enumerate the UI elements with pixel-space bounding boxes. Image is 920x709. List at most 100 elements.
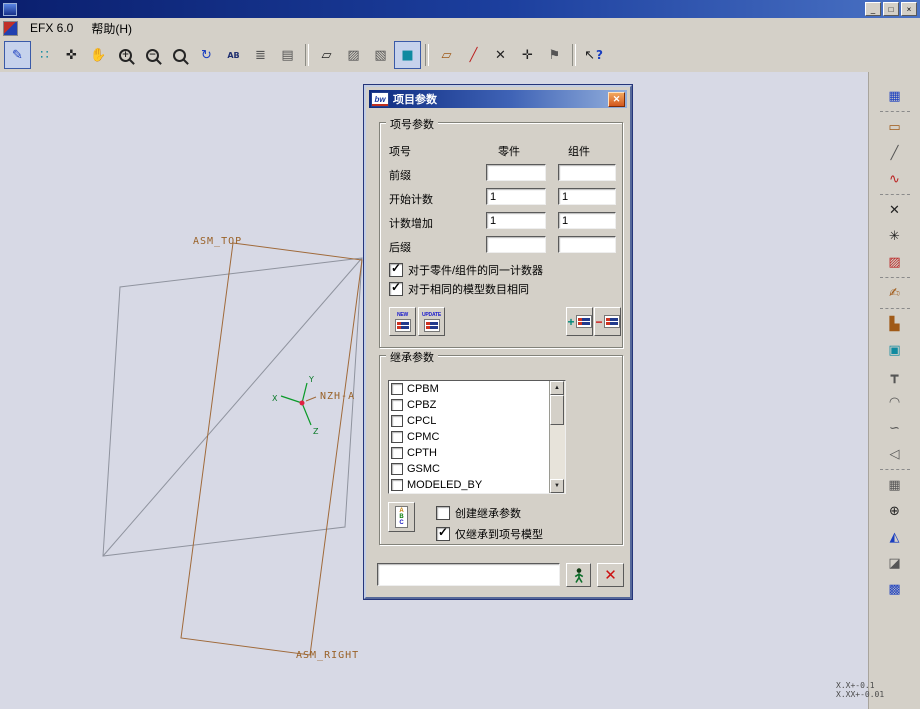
datum-plane-tool[interactable]: ▦ (881, 84, 908, 108)
window-maximize-button[interactable]: □ (883, 2, 899, 16)
spline-icon: ∿ (889, 171, 900, 187)
prefix-assembly-input[interactable] (558, 164, 616, 181)
sweep-surface-tool[interactable]: ◭ (881, 525, 908, 549)
annotation-icon: ⚑ (548, 47, 561, 63)
flat-surface-tool[interactable]: ▦ (881, 473, 908, 497)
layers-tool[interactable]: ≣ (247, 41, 274, 69)
axis-toggle[interactable]: ╱ (460, 41, 487, 69)
inherit-to-model-checkbox[interactable] (436, 525, 450, 541)
pencil-icon: ✎ (12, 47, 23, 63)
param-checkbox[interactable] (391, 463, 403, 475)
param-checkbox[interactable] (391, 479, 403, 491)
list-item[interactable]: GSMC (389, 461, 565, 477)
curve-tool[interactable]: ∽ (881, 416, 908, 440)
revolve-surface-tool[interactable]: ⊕ (881, 499, 908, 523)
zoom-in-tool[interactable]: + (112, 41, 139, 69)
wireframe-display-button[interactable]: ▱ (313, 41, 340, 69)
add-item-number-button[interactable]: + (566, 307, 593, 336)
help-arrow-icon: ↖ (584, 47, 595, 63)
dialog-titlebar[interactable]: bw 项目参数 ✕ (369, 90, 627, 108)
suffix-assembly-input[interactable] (558, 236, 616, 253)
scroll-down-button[interactable]: ▼ (550, 479, 564, 493)
datum-plane-toggle[interactable]: ▱ (433, 41, 460, 69)
z-axis (301, 402, 312, 426)
extrude-tool[interactable]: ▙ (881, 312, 908, 336)
toolbar-separator (572, 44, 576, 66)
datum-point-create-tool[interactable]: ✕ (881, 198, 908, 222)
list-item[interactable]: CPTH (389, 445, 565, 461)
window-close-button[interactable]: × (901, 2, 917, 16)
scroll-up-button[interactable]: ▲ (550, 381, 564, 395)
count-increment-assembly-input[interactable] (558, 212, 616, 229)
scrollbar-thumb[interactable] (550, 395, 564, 425)
rectangle-tool[interactable]: ▭ (881, 115, 908, 139)
param-checkbox[interactable] (391, 399, 403, 411)
suffix-part-input[interactable] (486, 236, 546, 253)
prefix-part-input[interactable] (486, 164, 546, 181)
no-hidden-display-button[interactable]: ▧ (367, 41, 394, 69)
repaint-tool[interactable]: ↻ (193, 41, 220, 69)
parameter-list[interactable]: CPBM CPBZ CPCL CPMC CPTH GSMC MODELED_BY… (388, 380, 566, 494)
grid-icon: ▦ (888, 477, 901, 493)
list-item[interactable]: MODELED_BY (389, 477, 565, 493)
message-input[interactable] (377, 563, 560, 586)
suffix-label: 后缀 (389, 242, 411, 254)
annotation-toggle[interactable]: ⚑ (541, 41, 568, 69)
datum-point-tool[interactable]: ∷ (31, 41, 58, 69)
csys-icon: ✛ (522, 47, 533, 63)
menu-efx[interactable]: EFX 6.0 (24, 19, 79, 37)
param-checkbox[interactable] (391, 383, 403, 395)
blend-surface-tool[interactable]: ◪ (881, 551, 908, 575)
param-checkbox[interactable] (391, 431, 403, 443)
draft-tool[interactable]: ◁ (881, 442, 908, 466)
count-increment-part-input[interactable] (486, 212, 546, 229)
column-header-part: 零件 (498, 146, 520, 158)
reference-tool[interactable]: ✜ (58, 41, 85, 69)
same-counter-checkbox[interactable] (389, 261, 403, 277)
window-minimize-button[interactable]: _ (865, 2, 881, 16)
red-x-icon: ✕ (604, 566, 617, 584)
axis-star-icon: ✳ (889, 228, 900, 244)
view-manager-tool[interactable]: ▤ (274, 41, 301, 69)
hidden-line-display-button[interactable]: ▨ (340, 41, 367, 69)
param-checkbox[interactable] (391, 447, 403, 459)
update-numbers-button[interactable]: UPDATE (418, 307, 445, 336)
same-model-number-checkbox[interactable] (389, 280, 403, 296)
point-toggle[interactable]: ✕ (487, 41, 514, 69)
start-count-part-input[interactable] (486, 188, 546, 205)
remove-item-number-button[interactable]: − (594, 307, 621, 336)
tweak-tool[interactable]: ┳ (881, 364, 908, 388)
menu-help[interactable]: 帮助(H) (85, 18, 138, 39)
list-item[interactable]: CPCL (389, 413, 565, 429)
extrude-icon: ▙ (889, 316, 900, 332)
repaint-icon: ↻ (201, 47, 212, 63)
new-numbers-button[interactable]: NEW (389, 307, 416, 336)
cosmetic-sketch-tool[interactable]: ▨ (881, 250, 908, 274)
pan-tool[interactable]: ✋ (85, 41, 112, 69)
sketch-on-plane-tool[interactable]: ✍ (881, 281, 908, 305)
saved-views-tool[interactable]: AB (220, 41, 247, 69)
context-help-tool[interactable]: ↖ ? (580, 41, 607, 69)
info-button[interactable] (566, 563, 591, 587)
boundary-surface-tool[interactable]: ▩ (881, 577, 908, 601)
csys-toggle[interactable]: ✛ (514, 41, 541, 69)
spline-tool[interactable]: ∿ (881, 167, 908, 191)
line-tool[interactable]: ╱ (881, 141, 908, 165)
list-item[interactable]: CPBZ (389, 397, 565, 413)
shaded-display-button[interactable]: ■ (394, 41, 421, 69)
copy-surface-tool[interactable]: ▣ (881, 338, 908, 362)
dialog-close-button[interactable]: ✕ (608, 91, 625, 107)
zoom-out-tool[interactable]: − (139, 41, 166, 69)
datum-axis-tool[interactable]: ✳ (881, 224, 908, 248)
list-item[interactable]: CPMC (389, 429, 565, 445)
sketch-tool[interactable]: ✎ (4, 41, 31, 69)
list-scrollbar[interactable]: ▲ ▼ (549, 381, 565, 493)
param-checkbox[interactable] (391, 415, 403, 427)
round-tool[interactable]: ◠ (881, 390, 908, 414)
zoom-window-tool[interactable] (166, 41, 193, 69)
list-item[interactable]: CPBM (389, 381, 565, 397)
cancel-button[interactable]: ✕ (597, 563, 624, 587)
abc-parameters-button[interactable]: A B C (388, 502, 415, 532)
create-inherited-checkbox[interactable] (436, 506, 450, 520)
start-count-assembly-input[interactable] (558, 188, 616, 205)
